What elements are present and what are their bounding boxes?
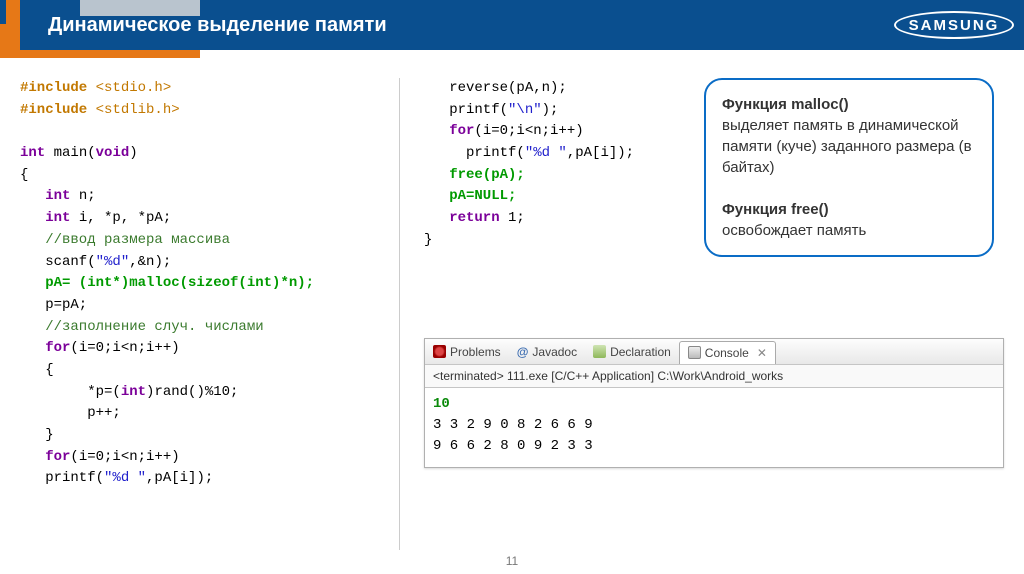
console-output-line-2: 9 6 6 2 8 0 9 2 3 3: [433, 436, 995, 457]
code-column-left: #include <stdio.h> #include <stdlib.h> i…: [20, 78, 400, 550]
info-paragraph-1: Функция malloc() выделяет память в динам…: [722, 94, 976, 178]
info-paragraph-2: Функция free() освобождает память: [722, 199, 976, 241]
code-column-right: reverse(pA,n); printf("\n"); for(i=0;i<n…: [400, 78, 1014, 550]
code-block-left: #include <stdio.h> #include <stdlib.h> i…: [20, 78, 389, 490]
problems-icon: [433, 345, 446, 358]
decoration-gray: [80, 0, 200, 16]
javadoc-icon: @: [517, 345, 529, 359]
tab-problems-label: Problems: [450, 345, 501, 359]
console-terminated-line: <terminated> 111.exe [C/C++ Application]…: [425, 365, 1003, 388]
console-output: 10 3 3 2 9 0 8 2 6 6 9 9 6 6 2 8 0 9 2 3…: [425, 388, 1003, 467]
tab-console[interactable]: Console ✕: [679, 341, 776, 365]
info-callout: Функция malloc() выделяет память в динам…: [704, 78, 994, 257]
tab-console-label: Console: [705, 346, 749, 360]
declaration-icon: [593, 345, 606, 358]
orange-underline: [0, 50, 200, 58]
console-icon: [688, 346, 701, 359]
tab-problems[interactable]: Problems: [425, 341, 509, 363]
brand-text: SAMSUNG: [909, 17, 1000, 34]
page-number: 11: [506, 554, 518, 568]
console-output-line-1: 3 3 2 9 0 8 2 6 6 9: [433, 415, 995, 436]
content-area: #include <stdio.h> #include <stdlib.h> i…: [0, 50, 1024, 550]
brand-logo: SAMSUNG: [864, 0, 1024, 50]
tab-javadoc-label: Javadoc: [532, 345, 577, 359]
console-input-line: 10: [433, 394, 995, 415]
console-panel: Problems @ Javadoc Declaration Console ✕…: [424, 338, 1004, 468]
close-icon[interactable]: ✕: [757, 346, 767, 360]
tab-declaration-label: Declaration: [610, 345, 671, 359]
tab-javadoc[interactable]: @ Javadoc: [509, 341, 585, 363]
decoration-stripe: [0, 0, 6, 24]
tab-declaration[interactable]: Declaration: [585, 341, 679, 363]
console-tabstrip: Problems @ Javadoc Declaration Console ✕: [425, 339, 1003, 365]
